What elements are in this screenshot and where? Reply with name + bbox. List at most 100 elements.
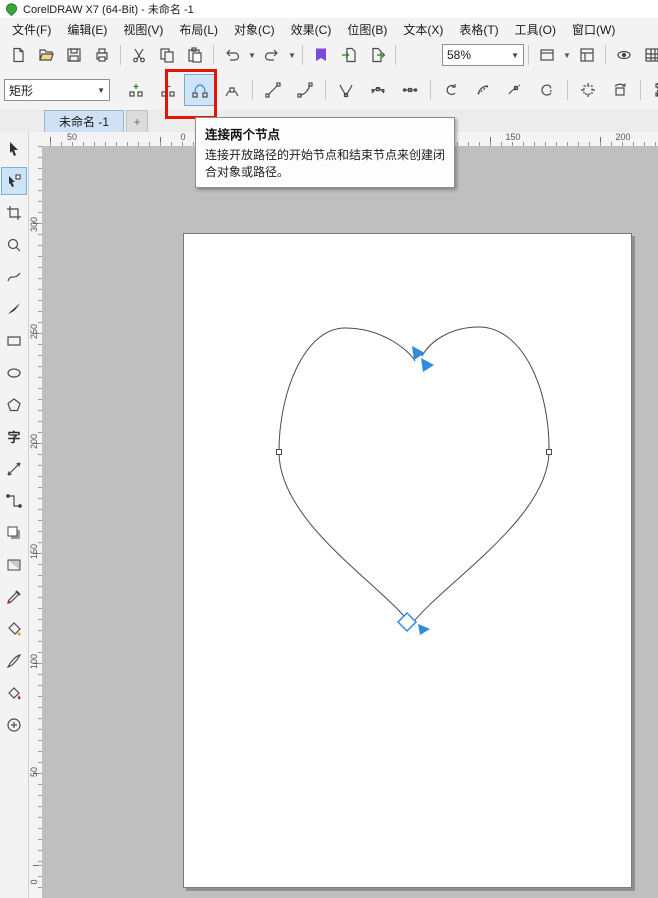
crop-tool[interactable] (1, 199, 27, 227)
interactive-fill-tool[interactable] (1, 679, 27, 707)
save-floppy-icon (67, 48, 81, 62)
open-button[interactable] (32, 42, 60, 68)
welcome-screen-icon (580, 48, 594, 62)
shape-preset-select[interactable]: 矩形 ▼ (4, 79, 110, 101)
welcome-screen-button[interactable] (573, 42, 601, 68)
straight-line-connector-tool[interactable] (1, 487, 27, 515)
transparency-tool[interactable] (1, 551, 27, 579)
rotate-skew-nodes-button[interactable] (604, 74, 636, 106)
launcher-dropdown-caret[interactable]: ▼ (561, 43, 573, 67)
paste-button[interactable] (181, 42, 209, 68)
shape-preset-value: 矩形 (9, 83, 34, 98)
convert-to-curve-button[interactable] (289, 74, 321, 106)
polygon-icon (7, 398, 21, 412)
application-launcher-button[interactable] (533, 42, 561, 68)
copy-button[interactable] (153, 42, 181, 68)
smooth-node-button[interactable] (362, 74, 394, 106)
hruler-label: 150 (505, 132, 521, 142)
dimension-icon (7, 462, 21, 476)
new-button[interactable] (4, 42, 32, 68)
search-content-button[interactable] (307, 42, 335, 68)
plus-circle-icon (7, 718, 21, 732)
redo-button[interactable] (258, 42, 286, 68)
extract-subpath-button[interactable] (499, 74, 531, 106)
drop-shadow-icon (7, 526, 20, 539)
close-curve-button[interactable] (531, 74, 563, 106)
reverse-direction-icon (446, 84, 456, 96)
redo-dropdown-caret[interactable]: ▼ (286, 43, 298, 67)
drop-shadow-tool[interactable] (1, 519, 27, 547)
tooltip-body: 连接开放路径的开始节点和结束节点来创建闭合对象或路径。 (205, 148, 446, 179)
document-tab-active[interactable]: 未命名 -1 (44, 110, 125, 132)
cut-button[interactable] (125, 42, 153, 68)
zoom-level-combo[interactable]: 58% ▼ (442, 44, 524, 66)
add-node-button[interactable] (120, 74, 152, 106)
cusp-node-button[interactable] (330, 74, 362, 106)
smart-fill-tool[interactable] (1, 615, 27, 643)
vruler-label: 150 (29, 543, 39, 559)
parallel-dimension-tool[interactable] (1, 455, 27, 483)
extend-curve-to-close-button[interactable] (467, 74, 499, 106)
toolbar-separator (120, 45, 121, 65)
selected-node-arrow[interactable] (421, 358, 434, 372)
menu-edit[interactable]: 编辑(E) (59, 18, 115, 41)
curve-node[interactable] (546, 449, 552, 455)
import-button[interactable] (335, 42, 363, 68)
vruler-label: 50 (29, 767, 39, 778)
undo-button[interactable] (218, 42, 246, 68)
reverse-direction-button[interactable] (435, 74, 467, 106)
rectangle-tool[interactable] (1, 327, 27, 355)
document-page[interactable] (183, 233, 632, 888)
polygon-tool[interactable] (1, 391, 27, 419)
menu-text[interactable]: 文本(X) (395, 18, 451, 41)
menu-bitmaps[interactable]: 位图(B) (339, 18, 395, 41)
join-two-nodes-button[interactable] (184, 74, 216, 106)
symmetrical-node-button[interactable] (394, 74, 426, 106)
freehand-tool[interactable] (1, 263, 27, 291)
toolbar-separator (640, 80, 641, 100)
chevron-down-icon: ▼ (511, 50, 519, 60)
title-bar: CorelDRAW X7 (64-Bit) - 未命名 -1 (0, 0, 658, 19)
eye-icon (617, 50, 631, 60)
convert-to-line-button[interactable] (257, 74, 289, 106)
stretch-nodes-button[interactable] (572, 74, 604, 106)
undo-dropdown-caret[interactable]: ▼ (246, 43, 258, 67)
start-node-diamond[interactable] (396, 611, 418, 633)
add-tools-button[interactable] (1, 711, 27, 739)
artistic-media-tool[interactable] (1, 295, 27, 323)
menu-table[interactable]: 表格(T) (451, 18, 506, 41)
curve-node[interactable] (276, 449, 282, 455)
vruler-label: 250 (29, 323, 39, 339)
tip-node-arrow[interactable] (418, 624, 430, 635)
pick-tool[interactable] (1, 135, 27, 163)
heart-curve[interactable] (278, 326, 550, 626)
menu-layout[interactable]: 布局(L) (171, 18, 226, 41)
menu-tools[interactable]: 工具(O) (507, 18, 564, 41)
zoom-tool[interactable] (1, 231, 27, 259)
hruler-label: 50 (66, 132, 78, 142)
selected-node-arrow[interactable] (412, 346, 425, 360)
drawing-canvas[interactable] (42, 146, 658, 898)
view-preview-button[interactable] (610, 42, 638, 68)
break-curve-button[interactable] (216, 74, 248, 106)
zoom-level-value: 58% (447, 48, 472, 62)
menu-object[interactable]: 对象(C) (226, 18, 283, 41)
shape-tool[interactable] (1, 167, 27, 195)
menu-effects[interactable]: 效果(C) (283, 18, 340, 41)
vertical-ruler[interactable]: 300 250 200 150 100 50 0 (28, 146, 43, 898)
toolbar-separator (302, 45, 303, 65)
new-document-tab-button[interactable]: + (126, 110, 149, 132)
outline-pen-tool[interactable] (1, 647, 27, 675)
color-eyedropper-tool[interactable] (1, 583, 27, 611)
align-nodes-button[interactable] (645, 74, 658, 106)
ellipse-tool[interactable] (1, 359, 27, 387)
delete-node-button[interactable] (152, 74, 184, 106)
save-button[interactable] (60, 42, 88, 68)
export-button[interactable] (363, 42, 391, 68)
menu-file[interactable]: 文件(F) (4, 18, 59, 41)
print-button[interactable] (88, 42, 116, 68)
text-tool[interactable]: 字 (1, 423, 27, 451)
grid-options-button[interactable] (638, 42, 658, 68)
menu-view[interactable]: 视图(V) (115, 18, 171, 41)
menu-window[interactable]: 窗口(W) (564, 18, 623, 41)
